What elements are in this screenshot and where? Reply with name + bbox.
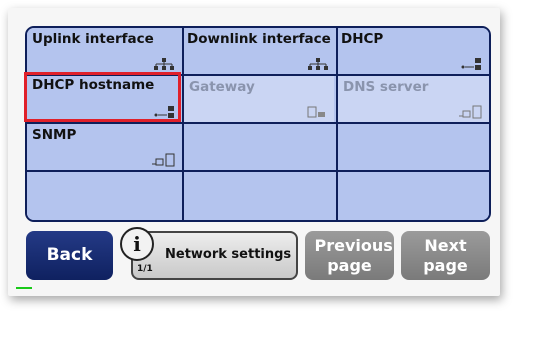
network-icon (154, 58, 174, 70)
cell-label: DNS server (343, 79, 429, 95)
info-icon: i (120, 227, 154, 261)
cell-label: SNMP (32, 127, 77, 143)
cell-label: Uplink interface (32, 31, 154, 47)
server-icon (152, 153, 175, 167)
grid-cell-empty (338, 172, 489, 220)
grid-cell-empty (338, 124, 489, 170)
next-page-button[interactable]: Next page (401, 231, 490, 280)
grid-cell-empty (27, 172, 182, 220)
selection-highlight (24, 72, 181, 122)
grid-cell-gateway[interactable]: Gateway (184, 76, 334, 122)
gateway-icon (307, 106, 325, 118)
network-icon (308, 58, 328, 70)
grid-cell-dns-server[interactable]: DNS server (338, 76, 489, 122)
info-title: Network settings (165, 247, 292, 262)
page-count: 1/1 (137, 264, 153, 274)
back-button-label: Back (46, 245, 93, 266)
grid-cell-downlink-interface[interactable]: Downlink interface (182, 28, 336, 74)
server-icon (459, 105, 482, 119)
cell-label: Downlink interface (187, 31, 331, 47)
next-page-label: Next page (423, 236, 468, 275)
status-indicator (16, 287, 32, 289)
previous-page-label: Previous page (314, 236, 393, 275)
dhcp-icon (461, 58, 481, 70)
grid-divider (336, 28, 338, 220)
grid-cell-empty (184, 124, 334, 170)
previous-page-button[interactable]: Previous page (305, 231, 394, 280)
settings-grid: Uplink interface Downlink interface DHCP… (25, 26, 491, 222)
grid-cell-uplink-interface[interactable]: Uplink interface (27, 28, 182, 74)
back-button[interactable]: Back (26, 231, 113, 280)
grid-divider (182, 28, 184, 220)
grid-divider (27, 122, 489, 124)
grid-divider (27, 170, 489, 172)
cell-label: DHCP (341, 31, 384, 47)
grid-cell-snmp[interactable]: SNMP (27, 124, 182, 170)
cell-label: Gateway (189, 79, 255, 95)
grid-cell-empty (184, 172, 334, 220)
grid-cell-dhcp[interactable]: DHCP (336, 28, 489, 74)
